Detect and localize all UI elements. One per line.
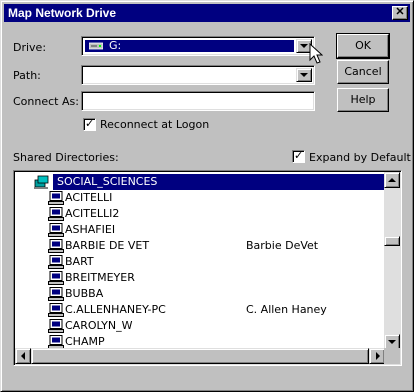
- drive-select[interactable]: G:: [81, 36, 315, 56]
- tree-item[interactable]: +CAROLYN_W: [16, 318, 381, 334]
- window-title: Map Network Drive: [8, 6, 117, 20]
- tree-item-name: BREITMEYER: [65, 271, 135, 284]
- tree-item[interactable]: +BART: [16, 254, 381, 270]
- horizontal-scrollbar[interactable]: [15, 348, 385, 364]
- tree-item-comment: C. Allen Haney: [246, 303, 327, 316]
- close-icon[interactable]: ✕: [392, 6, 408, 20]
- network-drive-icon: [89, 42, 103, 50]
- tree-item-comment: Barbie DeVet: [246, 239, 319, 252]
- reconnect-checkbox[interactable]: [83, 117, 96, 131]
- expand-by-default-checkbox[interactable]: [292, 149, 305, 163]
- tree-item-name: C.ALLENHANEY-PC: [65, 303, 166, 316]
- scrollbar-corner: [384, 348, 400, 364]
- tree-item[interactable]: +BUBBA: [16, 286, 381, 302]
- tree-item[interactable]: +ACITELLI: [16, 190, 381, 206]
- tree-item[interactable]: +C.ALLENHANEY-PCC. Allen Haney: [16, 302, 381, 318]
- network-group-icon: [34, 175, 49, 189]
- tree-item-name: ACITELLI: [65, 191, 113, 204]
- vertical-scrollbar[interactable]: [384, 172, 400, 350]
- tree-item-name: ACITELLI2: [65, 207, 120, 220]
- drive-label: Drive:: [13, 41, 47, 54]
- scroll-right-button[interactable]: [369, 348, 385, 364]
- connect-as-input[interactable]: [81, 91, 315, 111]
- connect-as-label: Connect As:: [13, 95, 79, 108]
- scroll-up-button[interactable]: [384, 172, 400, 188]
- title-bar[interactable]: Map Network Drive ✕: [4, 4, 410, 22]
- tree-item-name: ASHAFIEI: [65, 223, 116, 236]
- horizontal-scroll-thumb[interactable]: [31, 348, 369, 364]
- tree-item-name: BARBIE DE VET: [65, 239, 150, 252]
- cancel-button[interactable]: Cancel: [337, 60, 389, 84]
- tree-item-name: BART: [65, 255, 94, 268]
- shared-directories-label: Shared Directories:: [13, 151, 119, 164]
- tree-item[interactable]: +ASHAFIEI: [16, 222, 381, 238]
- drive-value: G:: [109, 39, 122, 52]
- tree-root-label: SOCIAL_SCIENCES: [57, 175, 158, 188]
- path-combobox[interactable]: [81, 65, 315, 85]
- scroll-left-button[interactable]: [15, 348, 31, 364]
- tree-item[interactable]: +BARBIE DE VETBarbie DeVet: [16, 238, 381, 254]
- help-button[interactable]: Help: [337, 88, 389, 112]
- tree-root-item[interactable]: SOCIAL_SCIENCES: [16, 174, 386, 190]
- drive-selected-value: G:: [85, 40, 294, 52]
- map-network-drive-dialog: Map Network Drive ✕ Drive: G: Path: Conn…: [0, 0, 414, 392]
- tree-item[interactable]: +ACITELLI2: [16, 206, 381, 222]
- shared-directories-tree[interactable]: SOCIAL_SCIENCES +ACITELLI+ACITELLI2+ASHA…: [13, 170, 402, 366]
- vertical-scroll-thumb[interactable]: [384, 236, 400, 246]
- mouse-pointer-icon: [309, 43, 323, 64]
- expand-by-default-label: Expand by Default: [309, 151, 411, 164]
- tree-item-name: CAROLYN_W: [65, 319, 133, 332]
- path-label: Path:: [13, 69, 41, 82]
- reconnect-label: Reconnect at Logon: [100, 118, 210, 131]
- computer-icon: [48, 335, 64, 349]
- tree-item-name: BUBBA: [65, 287, 104, 300]
- ok-button[interactable]: OK: [336, 33, 390, 59]
- path-dropdown-button[interactable]: [296, 68, 312, 82]
- tree-item[interactable]: +BREITMEYER: [16, 270, 381, 286]
